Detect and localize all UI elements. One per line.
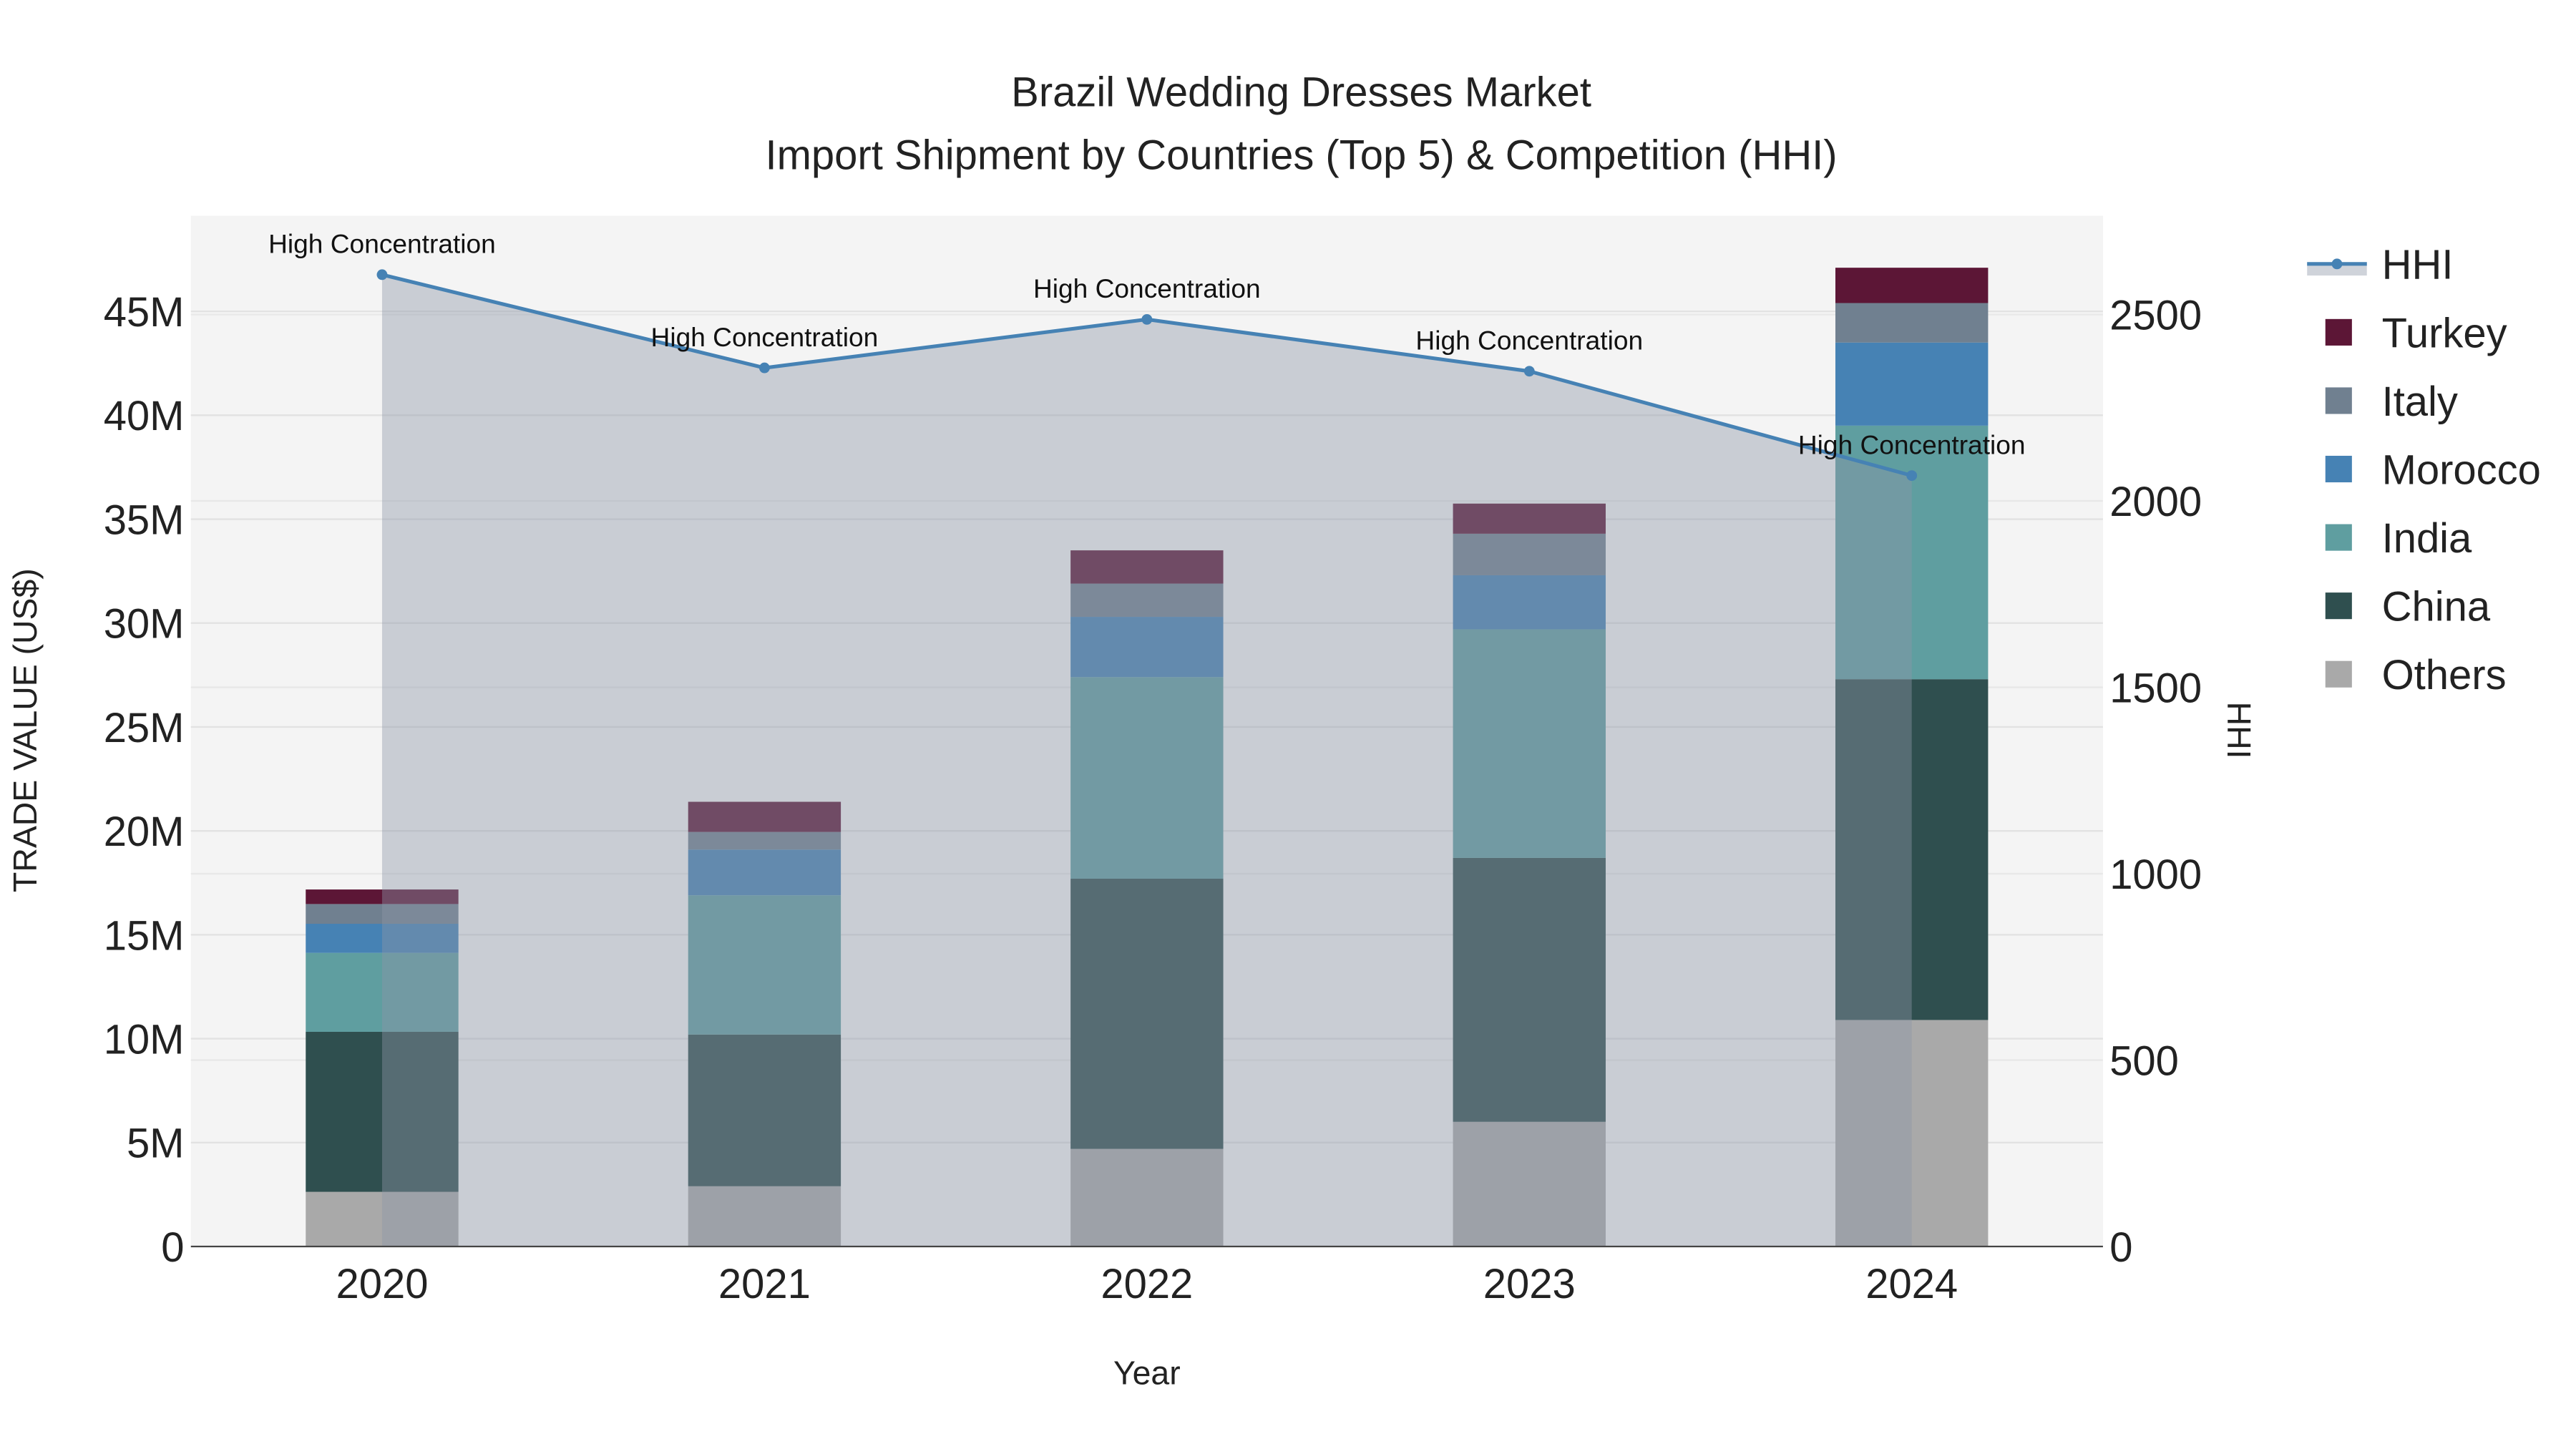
bar-morocco-2024 bbox=[1835, 342, 1989, 426]
bar-turkey-2024 bbox=[1835, 268, 1989, 303]
y2-tick-label: 500 bbox=[2109, 1038, 2179, 1084]
legend-label-china: China bbox=[2382, 585, 2491, 630]
x-tick-label: 2021 bbox=[718, 1262, 811, 1307]
legend-swatch-china bbox=[2325, 592, 2352, 620]
y2-axis-title: HHI bbox=[2220, 702, 2258, 759]
legend-swatch-others bbox=[2325, 660, 2352, 688]
chart-subtitle: Import Shipment by Countries (Top 5) & C… bbox=[766, 133, 1838, 179]
y-tick-label: 5M bbox=[127, 1121, 185, 1167]
hhi-point bbox=[376, 269, 388, 280]
y-tick-label: 10M bbox=[104, 1017, 185, 1063]
legend-label-india: India bbox=[2382, 516, 2472, 562]
x-axis-title: Year bbox=[1113, 1355, 1181, 1392]
legend-swatch-morocco bbox=[2325, 455, 2352, 483]
hhi-point bbox=[1906, 470, 1918, 482]
y-tick-label: 20M bbox=[104, 809, 185, 855]
legend-marker-hhi bbox=[2331, 258, 2343, 270]
hhi-annotation: High Concentration bbox=[1033, 273, 1261, 303]
hhi-point bbox=[1141, 313, 1153, 325]
hhi-area bbox=[381, 274, 1912, 1247]
legend-label-turkey: Turkey bbox=[2382, 311, 2507, 356]
y2-tick-label: 2500 bbox=[2109, 293, 2202, 338]
x-tick-label: 2023 bbox=[1483, 1262, 1576, 1307]
y2-tick-label: 1000 bbox=[2109, 852, 2202, 898]
y-tick-label: 45M bbox=[104, 290, 185, 336]
hhi-annotation: High Concentration bbox=[268, 229, 496, 259]
hhi-point bbox=[758, 362, 770, 374]
legend-swatch-india bbox=[2325, 524, 2352, 551]
x-tick-label: 2022 bbox=[1101, 1262, 1193, 1307]
x-tick-label: 2024 bbox=[1865, 1262, 1958, 1307]
hhi-annotation: High Concentration bbox=[1798, 430, 2026, 460]
y2-tick-label: 2000 bbox=[2109, 479, 2202, 525]
legend-label-others: Others bbox=[2382, 653, 2507, 698]
bar-italy-2024 bbox=[1835, 303, 1989, 343]
legend-swatch-italy bbox=[2325, 387, 2352, 414]
chart: High Concentration High Concentration High… bbox=[6, 69, 2541, 1392]
x-tick-label: 2020 bbox=[336, 1262, 428, 1307]
hhi-annotation: High Concentration bbox=[1415, 326, 1643, 356]
legend-label-morocco: Morocco bbox=[2382, 447, 2541, 493]
y-tick-label: 35M bbox=[104, 497, 185, 543]
legend-swatch-turkey bbox=[2325, 318, 2352, 346]
y-tick-label: 40M bbox=[104, 394, 185, 439]
hhi-annotation: High Concentration bbox=[651, 322, 879, 352]
y2-tick-label: 0 bbox=[2109, 1225, 2132, 1271]
y-tick-label: 15M bbox=[104, 913, 185, 959]
y-tick-label: 30M bbox=[104, 602, 185, 648]
y-axis-title: TRADE VALUE (US$) bbox=[6, 568, 44, 892]
hhi-point bbox=[1523, 366, 1535, 377]
y2-tick-label: 1500 bbox=[2109, 665, 2202, 711]
y-tick-label: 0 bbox=[161, 1225, 184, 1271]
legend-label-hhi: HHI bbox=[2382, 243, 2454, 288]
chart-title: Brazil Wedding Dresses Market bbox=[1011, 69, 1591, 115]
y-tick-label: 25M bbox=[104, 706, 185, 751]
legend: HHI Turkey Italy Morocco India China Others bbox=[2307, 243, 2541, 698]
legend-label-italy: Italy bbox=[2382, 379, 2458, 425]
